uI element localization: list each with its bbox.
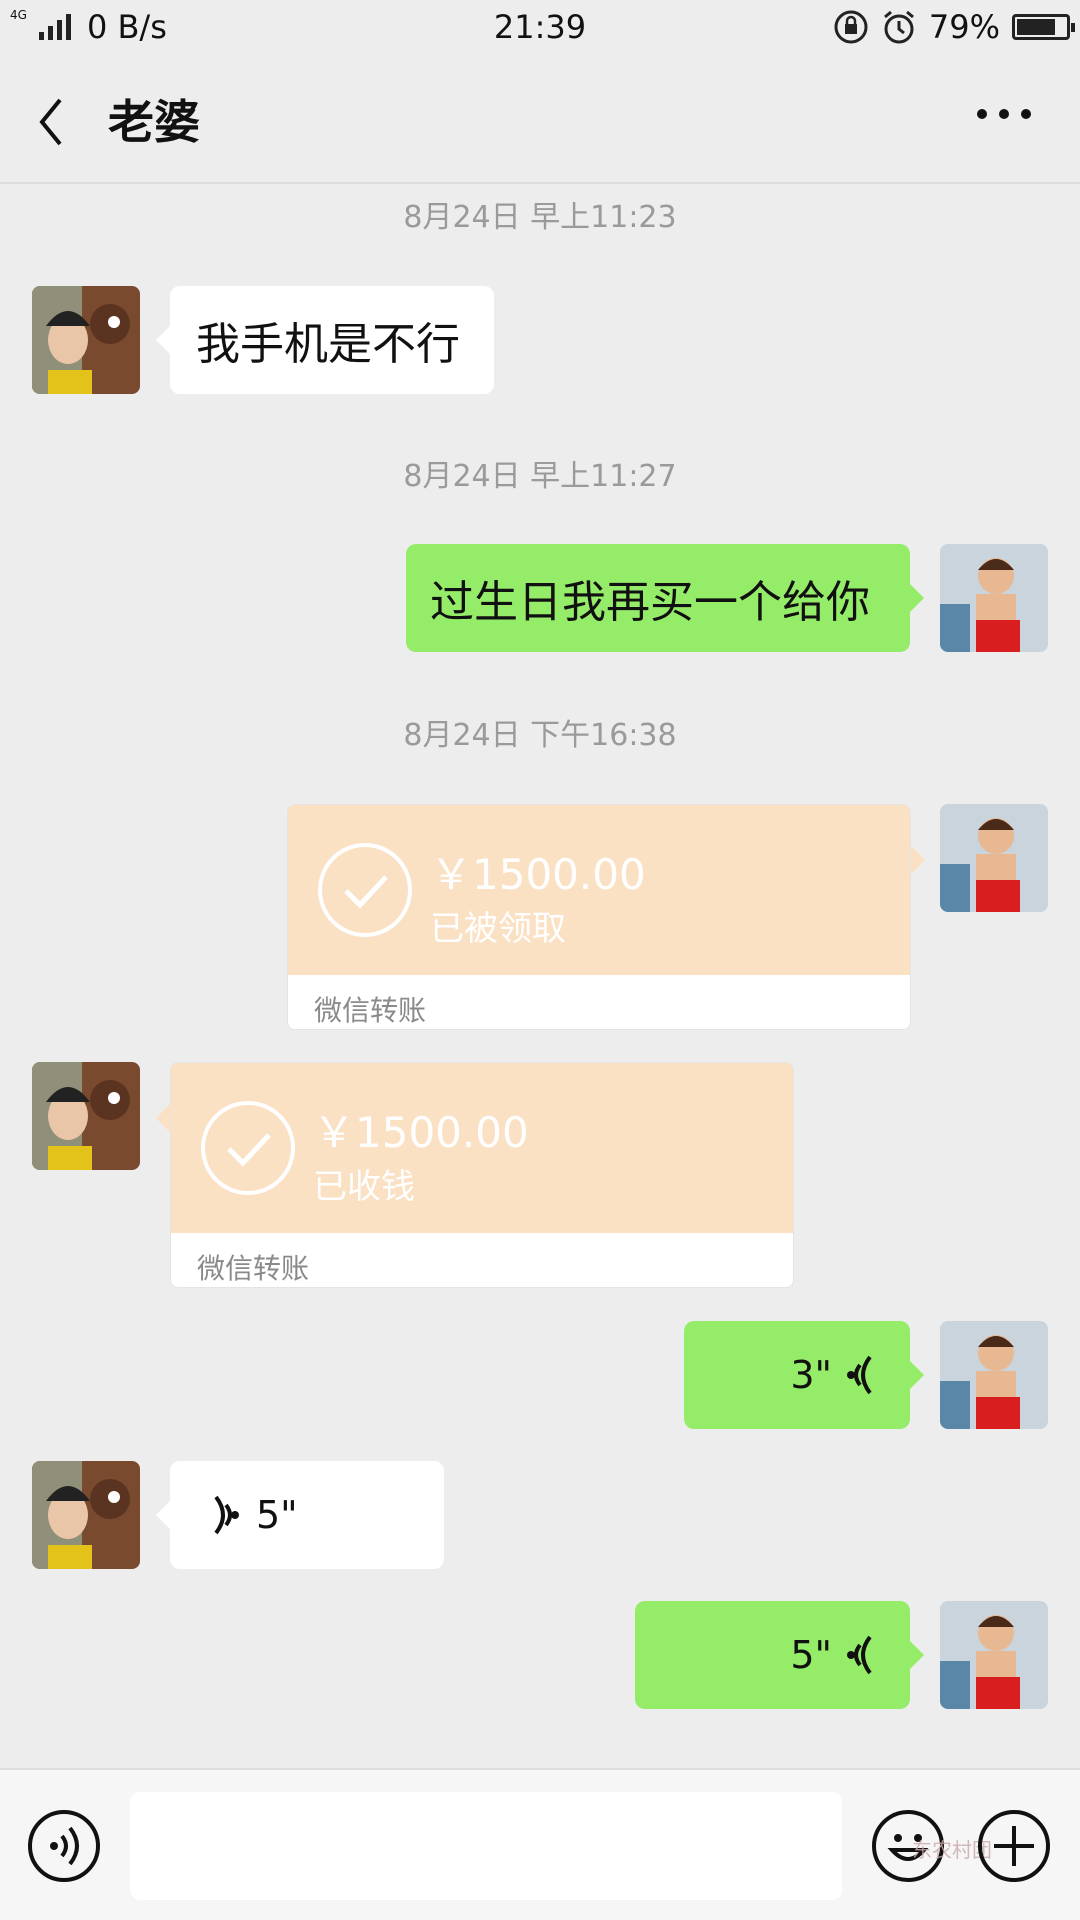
avatar[interactable]	[32, 1062, 140, 1170]
battery-icon	[1012, 14, 1075, 40]
transfer-header: ￥1500.00 已收钱	[171, 1063, 793, 1233]
transfer-amount: ￥1500.00	[430, 850, 646, 899]
avatar[interactable]	[940, 804, 1048, 912]
chat-header: 老婆	[0, 56, 1080, 184]
voice-mode-button[interactable]	[28, 1810, 100, 1882]
bubble-tail	[156, 1104, 170, 1132]
transfer-status: 已被领取	[430, 909, 566, 949]
timestamp: 8月24日 早上11:23	[403, 200, 677, 235]
voice-duration: 3"	[790, 1353, 832, 1397]
input-bar: 东农村团	[0, 1768, 1080, 1920]
my-avatar-image	[940, 804, 1048, 912]
voice-duration: 5"	[790, 1633, 832, 1677]
voice-wave-icon	[847, 1355, 872, 1395]
transfer-card-received[interactable]: ￥1500.00 已收钱 微信转账	[170, 1062, 794, 1288]
check-icon	[201, 1101, 295, 1195]
plus-button[interactable]	[978, 1810, 1050, 1882]
battery-fill	[1017, 19, 1055, 35]
check-icon	[318, 843, 412, 937]
message-text: 过生日我再买一个给你	[430, 577, 870, 628]
my-avatar-image	[940, 544, 1048, 652]
my-avatar-image	[940, 1601, 1048, 1709]
avatar[interactable]	[32, 286, 140, 394]
alarm-icon	[883, 10, 914, 44]
transfer-amount: ￥1500.00	[313, 1108, 529, 1157]
my-avatar-image	[940, 1321, 1048, 1429]
transfer-label: 微信转账	[197, 1252, 310, 1285]
voice-duration: 5"	[256, 1493, 298, 1537]
avatar[interactable]	[32, 1461, 140, 1569]
more-icon[interactable]	[974, 94, 1034, 134]
avatar[interactable]	[940, 1601, 1048, 1709]
wife-avatar-image	[32, 1461, 140, 1569]
avatar[interactable]	[940, 544, 1048, 652]
message-bubble-sent[interactable]: 过生日我再买一个给你	[406, 544, 924, 652]
rotation-lock-icon	[834, 10, 868, 44]
plus-icon	[994, 1826, 1034, 1866]
voice-mode-icon	[50, 1826, 79, 1866]
message-input[interactable]	[130, 1792, 842, 1900]
wife-avatar-image	[32, 286, 140, 394]
chat-title: 老婆	[108, 95, 200, 149]
message-text: 我手机是不行	[196, 319, 460, 370]
voice-message-received[interactable]: 5"	[156, 1461, 444, 1569]
voice-message-sent[interactable]: 3"	[684, 1321, 924, 1429]
voice-wave-icon	[847, 1635, 872, 1675]
timestamp: 8月24日 下午16:38	[403, 718, 677, 753]
status-right: 79%	[833, 8, 1075, 46]
bubble-tail	[911, 846, 925, 874]
transfer-card-sent[interactable]: ￥1500.00 已被领取 微信转账	[287, 804, 911, 1030]
voice-message-sent[interactable]: 5"	[635, 1601, 924, 1709]
transfer-label: 微信转账	[314, 994, 427, 1027]
message-bubble-received[interactable]: 我手机是不行	[156, 286, 494, 394]
status-bar: 4G 0 B/s 21:39 79%	[0, 0, 1080, 56]
transfer-header: ￥1500.00 已被领取	[288, 805, 910, 975]
avatar[interactable]	[940, 1321, 1048, 1429]
battery-percent: 79%	[928, 8, 1000, 46]
timestamp: 8月24日 早上11:27	[403, 459, 677, 494]
back-icon[interactable]	[30, 92, 80, 152]
voice-wave-icon	[214, 1495, 239, 1535]
transfer-status: 已收钱	[313, 1167, 415, 1207]
wife-avatar-image	[32, 1062, 140, 1170]
